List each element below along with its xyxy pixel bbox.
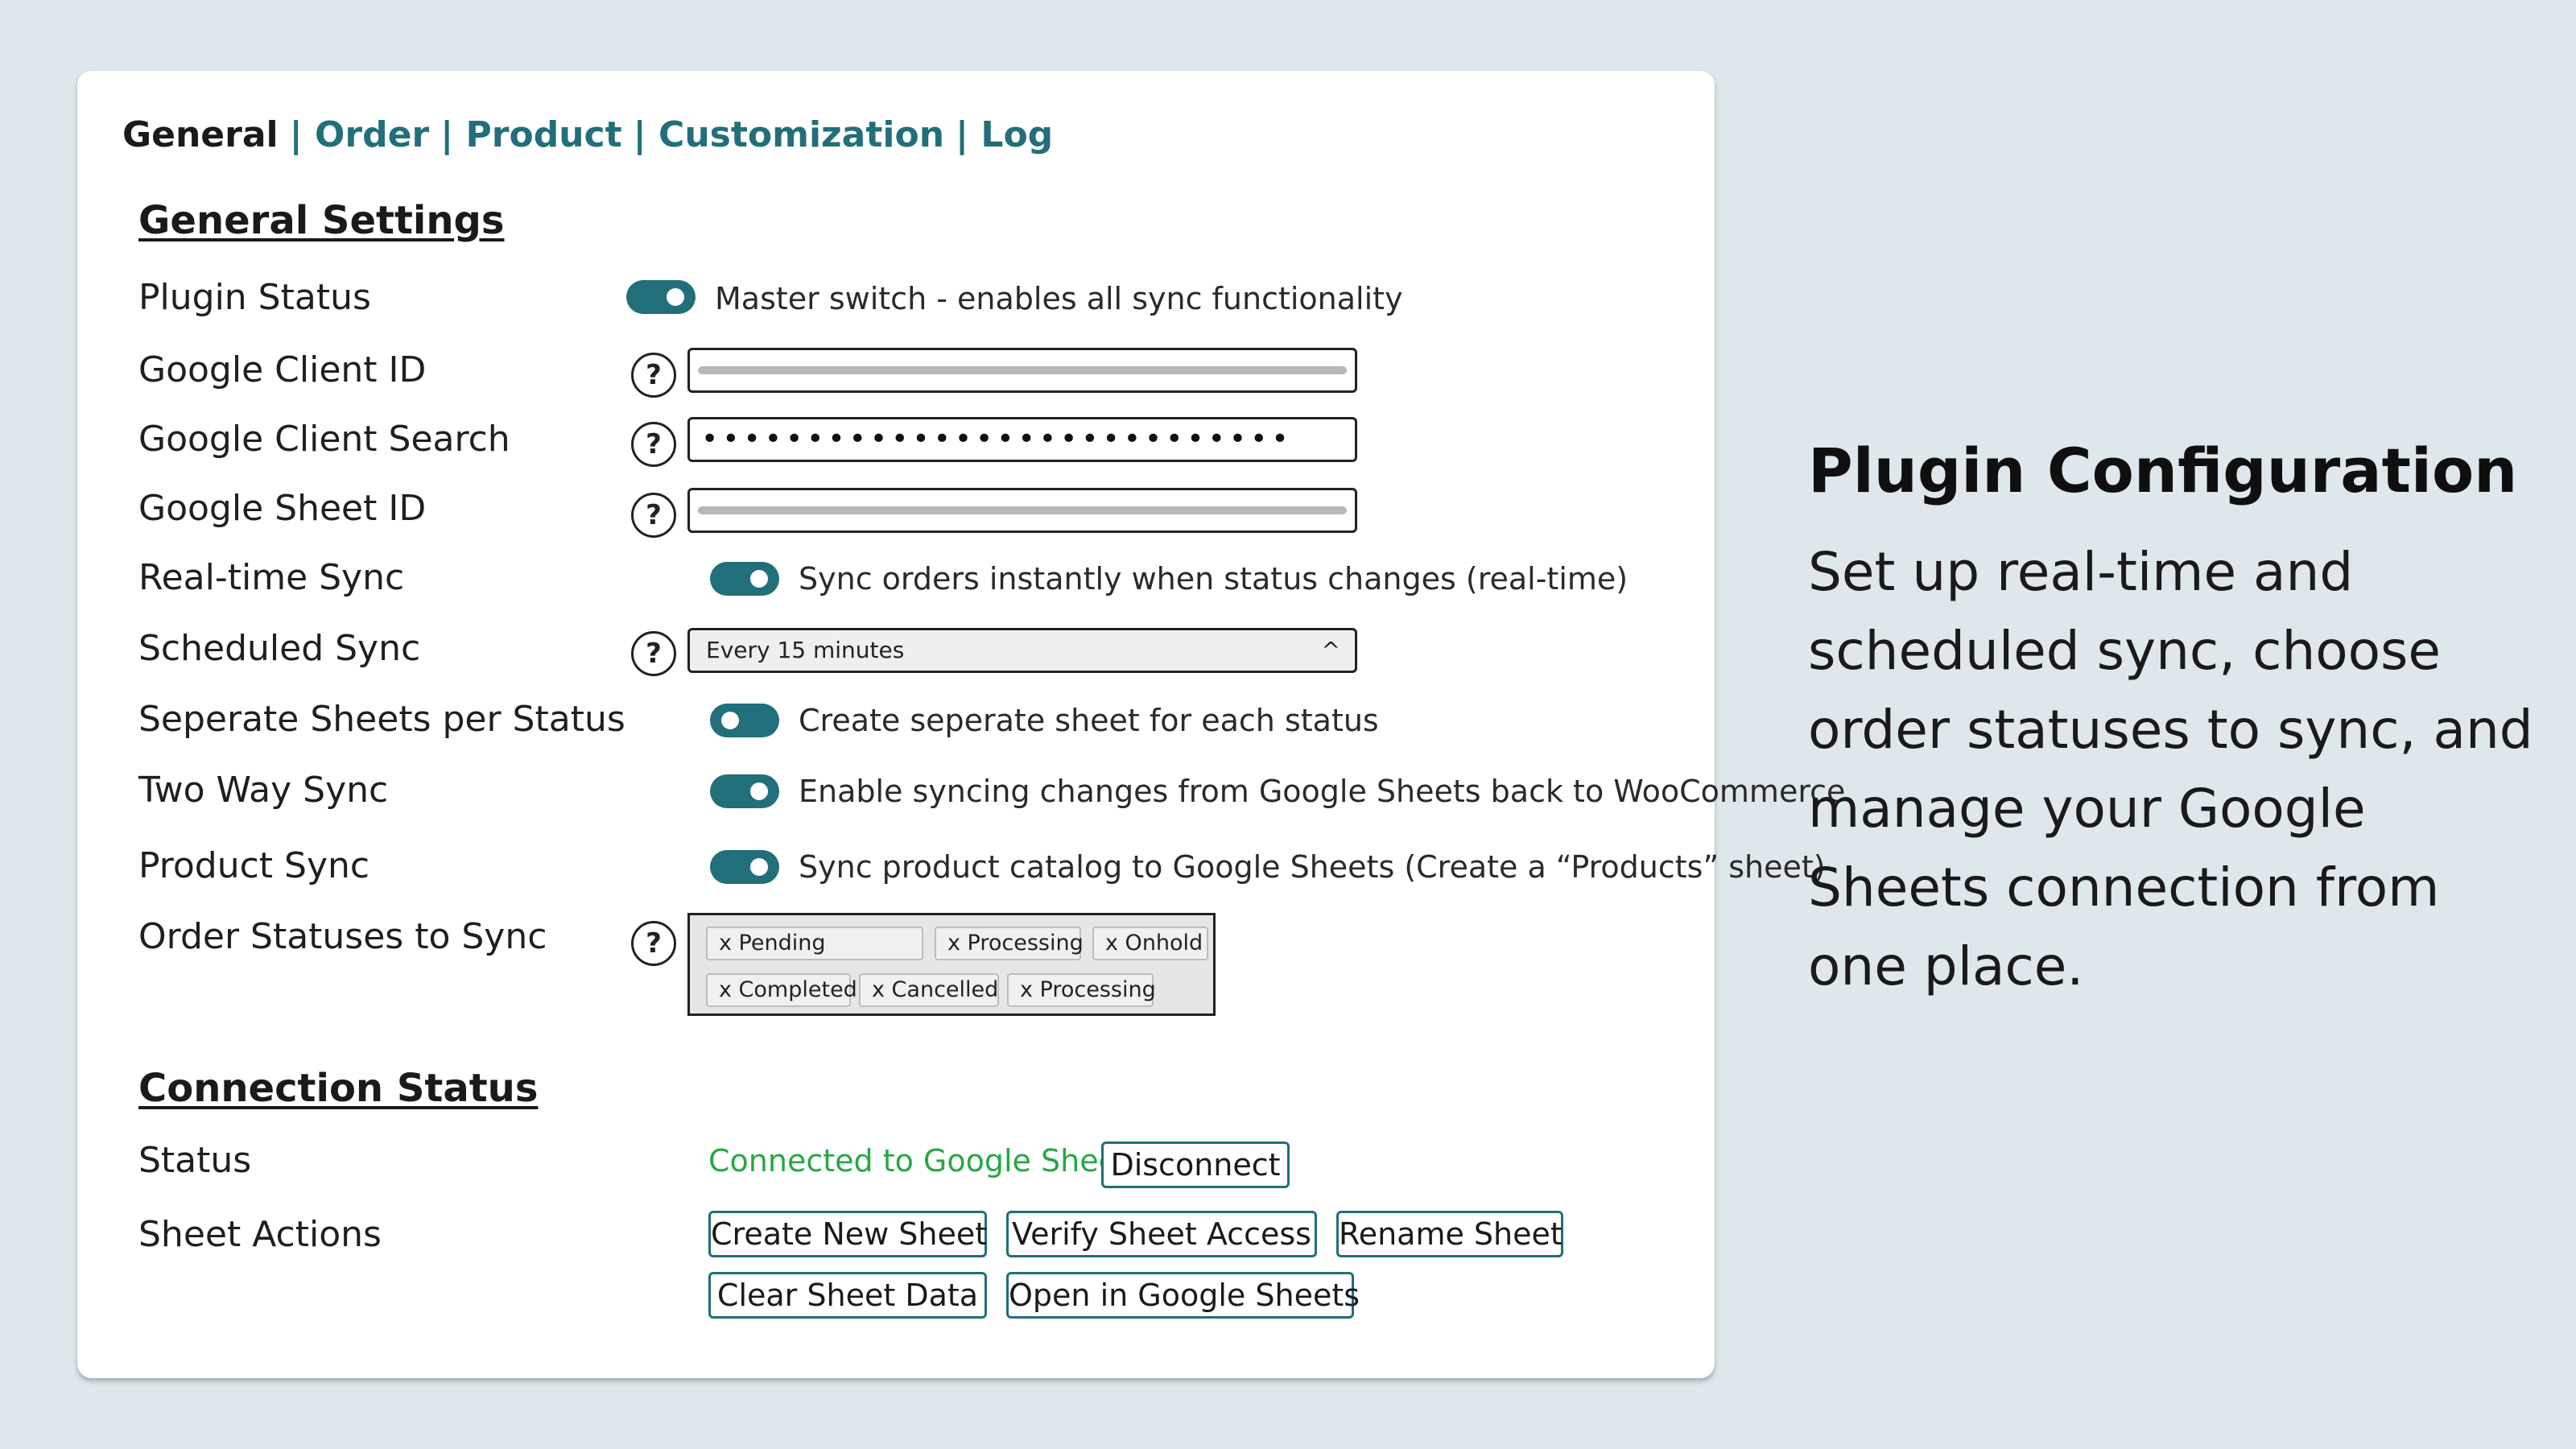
order-statuses-label: Order Statuses to Sync bbox=[138, 916, 547, 957]
status-tag[interactable]: x Cancelled bbox=[859, 973, 999, 1007]
product-sync-label: Product Sync bbox=[138, 845, 370, 886]
google-client-search-input[interactable]: •••••••••••••••••••••••••••• bbox=[687, 417, 1357, 462]
toggle-knob bbox=[750, 858, 768, 876]
tab-product[interactable]: Product bbox=[466, 114, 622, 155]
toggle-knob bbox=[721, 712, 739, 729]
toggle-knob bbox=[667, 288, 684, 306]
clear-sheet-data-button[interactable]: Clear Sheet Data bbox=[708, 1272, 987, 1319]
status-tag[interactable]: x Completed bbox=[706, 973, 857, 1007]
general-settings-heading: General Settings bbox=[138, 198, 505, 243]
caret-up-icon: ^ bbox=[1321, 637, 1340, 663]
google-sheet-id-input[interactable] bbox=[687, 488, 1357, 533]
toggle-knob bbox=[750, 570, 768, 588]
plugin-status-description: Master switch - enables all sync functio… bbox=[715, 281, 1403, 316]
scheduled-sync-label: Scheduled Sync bbox=[138, 628, 421, 669]
product-sync-description: Sync product catalog to Google Sheets (C… bbox=[799, 849, 1826, 885]
field-value-placeholder bbox=[698, 506, 1347, 514]
tab-log[interactable]: Log bbox=[980, 114, 1053, 155]
status-tag[interactable]: x Pending bbox=[706, 927, 923, 960]
two-way-sync-description: Enable syncing changes from Google Sheet… bbox=[799, 774, 1846, 809]
tab-separator: | bbox=[440, 114, 466, 155]
tab-separator: | bbox=[956, 114, 981, 155]
status-tag[interactable]: x Onhold bbox=[1092, 927, 1208, 960]
realtime-sync-description: Sync orders instantly when status change… bbox=[799, 561, 1629, 597]
connection-status-text: Connected to Google Sheets bbox=[708, 1143, 1146, 1179]
tab-general[interactable]: General bbox=[122, 114, 279, 155]
disconnect-button[interactable]: Disconnect bbox=[1101, 1141, 1290, 1188]
settings-tabs: General | Order | Product | Customizatio… bbox=[122, 114, 1053, 155]
status-tag[interactable]: x Processing bbox=[1007, 973, 1156, 1007]
help-icon[interactable]: ? bbox=[631, 353, 676, 398]
side-description: Set up real-time and scheduled sync, cho… bbox=[1808, 541, 2533, 997]
google-client-id-label: Google Client ID bbox=[138, 349, 427, 390]
side-title: Plugin Configuration bbox=[1808, 435, 2518, 506]
help-icon[interactable]: ? bbox=[631, 631, 676, 676]
two-way-sync-toggle[interactable] bbox=[710, 774, 779, 808]
open-in-google-sheets-button[interactable]: Open in Google Sheets bbox=[1006, 1272, 1360, 1319]
create-new-sheet-button[interactable]: Create New Sheet bbox=[708, 1211, 987, 1257]
settings-panel: General | Order | Product | Customizatio… bbox=[77, 71, 1845, 1378]
plugin-status-toggle[interactable] bbox=[626, 280, 696, 314]
realtime-sync-toggle[interactable] bbox=[710, 562, 779, 596]
tab-order[interactable]: Order bbox=[315, 114, 429, 155]
scheduled-sync-select[interactable]: Every 15 minutes ^ bbox=[687, 628, 1357, 673]
tab-customization[interactable]: Customization bbox=[658, 114, 944, 155]
field-value-placeholder bbox=[698, 366, 1347, 374]
help-icon[interactable]: ? bbox=[631, 493, 676, 538]
separate-sheets-description: Create seperate sheet for each status bbox=[799, 703, 1379, 738]
help-icon[interactable]: ? bbox=[631, 422, 676, 467]
two-way-sync-label: Two Way Sync bbox=[138, 770, 389, 811]
google-sheet-id-label: Google Sheet ID bbox=[138, 488, 427, 529]
toggle-knob bbox=[750, 782, 768, 800]
product-sync-toggle[interactable] bbox=[710, 850, 779, 884]
status-label: Status bbox=[138, 1140, 252, 1181]
tab-separator: | bbox=[633, 114, 659, 155]
masked-value: •••••••••••••••••••••••••••• bbox=[701, 423, 1293, 456]
separate-sheets-label: Seperate Sheets per Status bbox=[138, 699, 625, 740]
realtime-sync-label: Real-time Sync bbox=[138, 557, 405, 598]
sheet-actions-label: Sheet Actions bbox=[138, 1214, 382, 1255]
google-client-id-input[interactable] bbox=[687, 348, 1357, 393]
tab-separator: | bbox=[289, 114, 315, 155]
separate-sheets-toggle[interactable] bbox=[710, 704, 779, 737]
rename-sheet-button[interactable]: Rename Sheet bbox=[1336, 1211, 1563, 1257]
help-icon[interactable]: ? bbox=[631, 921, 676, 966]
order-statuses-multiselect[interactable]: x Pending x Processing x Onhold x Comple… bbox=[687, 913, 1216, 1016]
scheduled-sync-value: Every 15 minutes bbox=[706, 637, 905, 663]
plugin-status-label: Plugin Status bbox=[138, 277, 371, 318]
connection-status-heading: Connection Status bbox=[138, 1066, 539, 1111]
verify-sheet-access-button[interactable]: Verify Sheet Access bbox=[1006, 1211, 1317, 1257]
status-tag[interactable]: x Processing bbox=[935, 927, 1084, 960]
google-client-search-label: Google Client Search bbox=[138, 419, 510, 460]
